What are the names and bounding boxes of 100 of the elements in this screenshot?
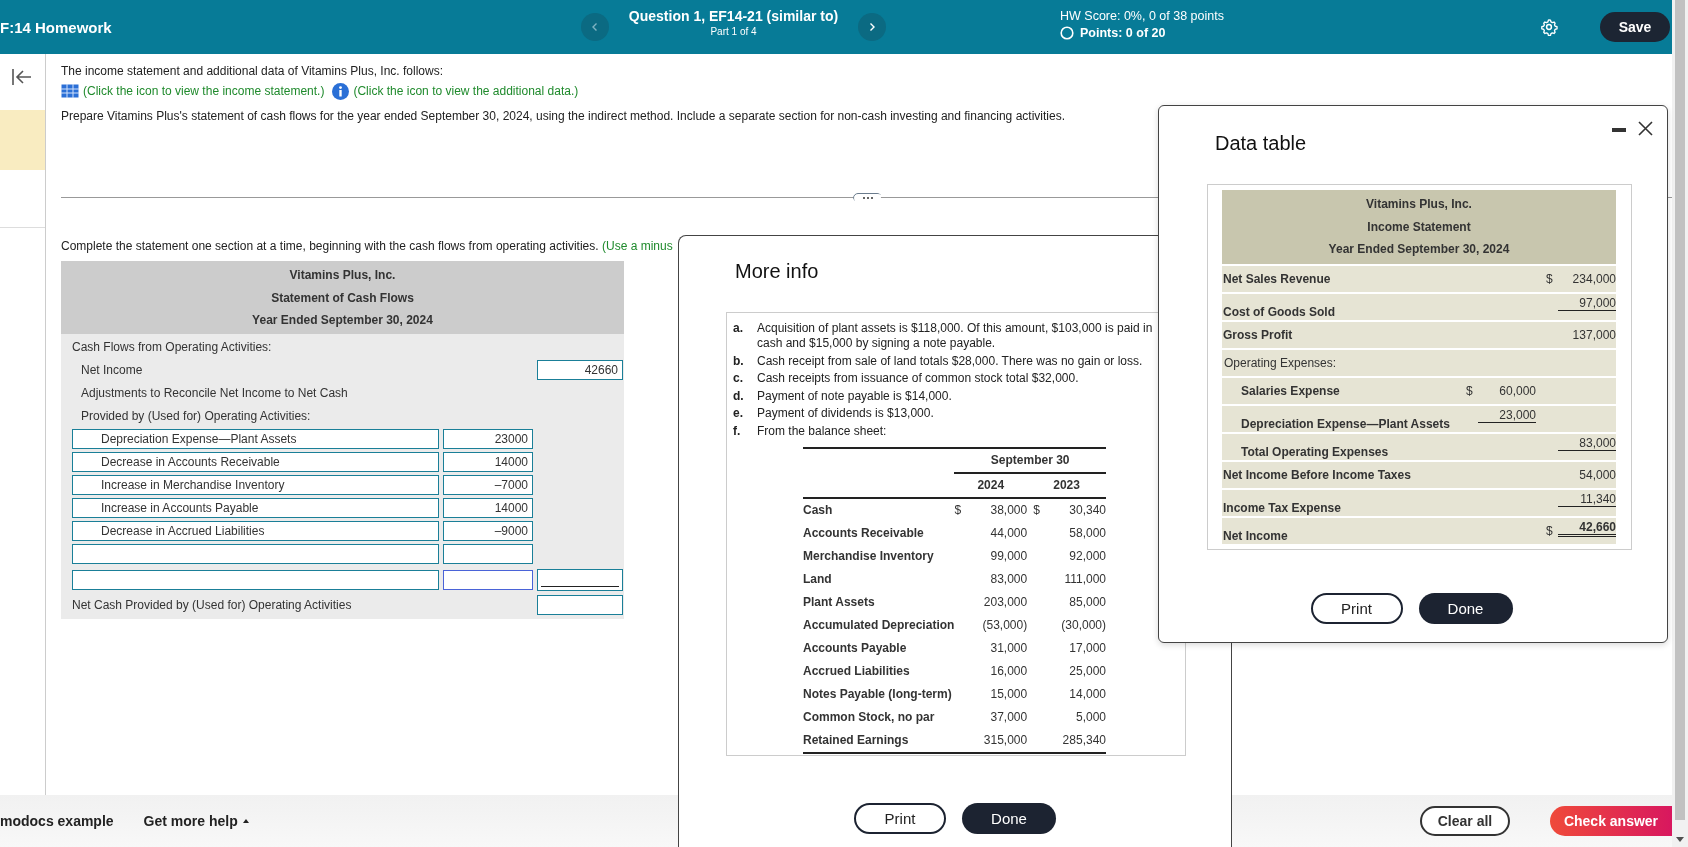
check-answer-button[interactable]: Check answer: [1550, 806, 1672, 836]
label-field[interactable]: [72, 569, 439, 590]
collapse-icon[interactable]: [11, 68, 33, 86]
done-button[interactable]: Done: [1418, 592, 1513, 624]
dialog-title: Data table: [1214, 131, 1308, 155]
currency-sign: $: [1546, 523, 1553, 538]
row-label: Accounts Receivable: [803, 525, 925, 542]
info-icon[interactable]: [332, 82, 350, 100]
row-label: Accrued Liabilities: [803, 663, 911, 680]
statement-title: Income Statement: [1367, 218, 1471, 236]
row-label: Cash: [803, 497, 955, 522]
amount: 11,340: [1558, 489, 1616, 507]
print-button[interactable]: Print: [854, 803, 946, 834]
amount-field[interactable]: 42660: [537, 360, 623, 380]
amount-field[interactable]: –7000: [443, 475, 533, 495]
table-cell-text: 203,000: [982, 594, 1028, 611]
company-name: Vitamins Plus, Inc.: [289, 267, 396, 284]
label-field[interactable]: Decrease in Accounts Receivable: [72, 452, 439, 472]
intro-text: The income statement and additional data of Vitamins Plus, Inc. follows:: [61, 64, 444, 78]
row-label: Provided by (Used for) Operating Activities:: [80, 409, 312, 423]
item-letter: c.: [733, 371, 744, 386]
table-cell: 38,000: [968, 497, 1028, 522]
item-letter: a.: [733, 321, 744, 337]
table-cell: 285,340: [1047, 728, 1106, 753]
currency-sign: $: [954, 503, 962, 517]
row-label: Plant Assets: [803, 594, 876, 611]
amount-field[interactable]: [443, 544, 533, 564]
amount: 97,000: [1558, 293, 1616, 311]
close-icon[interactable]: [1638, 121, 1653, 136]
row-label: Salaries Expense: [1240, 383, 1341, 398]
amount-field[interactable]: 14000: [443, 452, 533, 472]
row-label: Retained Earnings: [803, 728, 955, 753]
amount-field[interactable]: –9000: [443, 521, 533, 541]
column-heading: 2023: [1053, 478, 1080, 492]
row-label: Operating Expenses:: [1223, 355, 1338, 370]
print-button[interactable]: Print: [1310, 592, 1403, 624]
table-cell-text: (30,000): [1060, 617, 1106, 634]
amount: 23,000: [1478, 405, 1536, 423]
item-text: From the balance sheet:: [757, 423, 888, 439]
minimize-icon[interactable]: [1612, 128, 1626, 133]
link[interactable]: (Click the icon to view the additional data.): [353, 84, 579, 98]
row-label: Net Income Before Income Taxes: [1222, 467, 1412, 482]
amount: 234,000: [1571, 271, 1616, 286]
column-group-heading: September 30: [990, 453, 1070, 467]
done-button[interactable]: Done: [962, 803, 1056, 834]
item-text: Payment of dividends is $13,000.: [757, 406, 935, 421]
row-label: Gross Profit: [1222, 327, 1294, 342]
label-field[interactable]: Depreciation Expense—Plant Assets: [72, 429, 439, 449]
row-label: Net Income: [80, 363, 144, 377]
next-button[interactable]: [858, 13, 886, 41]
table-cell-text: 83,000: [989, 571, 1028, 588]
chevron-left-icon: [590, 22, 600, 32]
clear-all-button[interactable]: Clear all: [1420, 806, 1510, 836]
label-field[interactable]: Increase in Merchandise Inventory: [72, 475, 439, 495]
circle-icon: [1060, 25, 1074, 40]
label-field[interactable]: Decrease in Accrued Liabilities: [72, 521, 439, 541]
table-icon[interactable]: [61, 84, 79, 98]
row-label: Adjustments to Reconcile Net Income to Net Cash: [80, 386, 349, 400]
currency-sign: $: [1033, 503, 1040, 517]
row-label: Merchandise Inventory: [803, 548, 935, 565]
link[interactable]: (Click the icon to view the income statement.): [83, 84, 325, 98]
table-cell-text: 111,000: [1063, 571, 1106, 588]
row-label: Notes Payable (long-term): [803, 686, 953, 703]
scrollbar-thumb[interactable]: [1675, 0, 1685, 820]
amount-field[interactable]: [537, 595, 623, 615]
amount: 42,660: [1558, 517, 1616, 537]
amount: 54,000: [1578, 467, 1616, 482]
amount: 83,000: [1558, 433, 1616, 451]
row-label: Net Income: [1222, 528, 1289, 544]
column-heading: 2024: [977, 478, 1005, 492]
item-text: Acquisition of plant assets is $118,000. Of this amount, $103,000 is paid in cash and $15,000 by signing a note payable.: [757, 321, 1154, 351]
scroll-down-icon[interactable]: [1676, 837, 1684, 843]
table-cell-text: 14,000: [1068, 686, 1106, 703]
amount-field[interactable]: [443, 569, 533, 590]
row-label: Income Tax Expense: [1222, 500, 1342, 516]
item-letter: b.: [733, 353, 745, 369]
section-label: Cash Flows from Operating Activities:: [72, 340, 273, 354]
row-label: Net Sales Revenue: [1222, 271, 1332, 286]
row-label: Common Stock, no par: [803, 709, 936, 726]
item-text: Cash receipts from issuance of common stock total $32,000.: [757, 371, 1080, 386]
statement-period: Year Ended September 30, 2024: [252, 312, 433, 329]
statement-period: Year Ended September 30, 2024: [1328, 241, 1510, 258]
amount-field[interactable]: 23000: [443, 429, 533, 449]
label-field[interactable]: Increase in Accounts Payable: [72, 498, 439, 518]
currency-sign: $: [1466, 383, 1473, 398]
row-label: Land: [803, 571, 833, 588]
label-field[interactable]: [72, 544, 439, 564]
help-button[interactable]: Get more help: [143, 813, 249, 829]
question-title: Question 1, EF14-21 (similar to): [628, 7, 839, 24]
table-cell-text: (53,000): [981, 617, 1028, 634]
amount-field[interactable]: 14000: [443, 498, 533, 518]
subtotal-field[interactable]: [537, 568, 623, 591]
row-label: Depreciation Expense—Plant Assets: [1240, 416, 1451, 432]
item-letter: f.: [733, 423, 742, 439]
table-cell-text: 85,000: [1068, 594, 1106, 611]
save-button[interactable]: Save: [1600, 12, 1670, 42]
example-link[interactable]: modocs example: [0, 813, 114, 829]
settings-icon[interactable]: [1540, 18, 1558, 36]
hint-text: (Use a minus: [601, 239, 673, 253]
table-cell: 30,340: [1047, 497, 1106, 522]
